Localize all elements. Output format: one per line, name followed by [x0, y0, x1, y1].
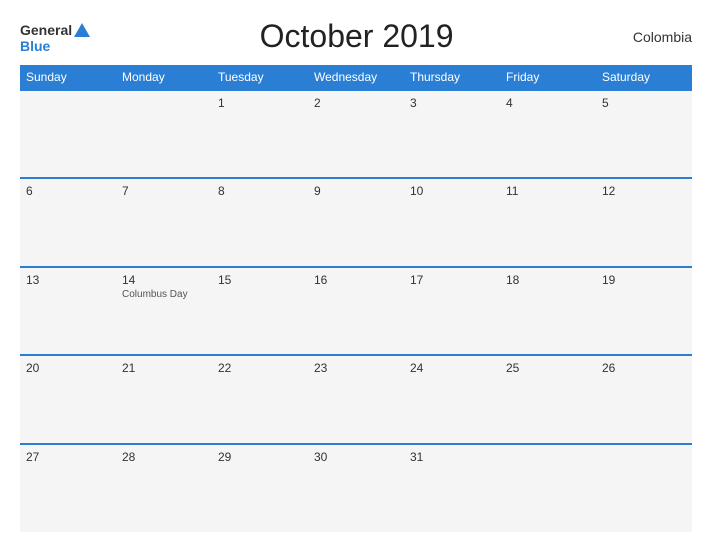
logo: General Blue — [20, 21, 91, 53]
day-number: 20 — [26, 361, 110, 375]
calendar-cell: 12 — [596, 178, 692, 266]
header-sunday: Sunday — [20, 65, 116, 90]
calendar-cell: 22 — [212, 355, 308, 443]
calendar-cell: 26 — [596, 355, 692, 443]
calendar-cell: 17 — [404, 267, 500, 355]
header-thursday: Thursday — [404, 65, 500, 90]
header: General Blue October 2019 Colombia — [20, 18, 692, 55]
day-number: 22 — [218, 361, 302, 375]
day-number: 26 — [602, 361, 686, 375]
logo-general-text: General — [20, 23, 72, 37]
calendar-week-row: 13 14 Columbus Day 15 16 17 18 19 — [20, 267, 692, 355]
day-number: 11 — [506, 184, 590, 198]
day-number: 28 — [122, 450, 206, 464]
day-number: 29 — [218, 450, 302, 464]
day-number: 21 — [122, 361, 206, 375]
day-number: 27 — [26, 450, 110, 464]
day-number: 1 — [218, 96, 302, 110]
day-number: 13 — [26, 273, 110, 287]
calendar-week-row: 27 28 29 30 31 — [20, 444, 692, 532]
logo-icon — [73, 21, 91, 39]
day-number: 30 — [314, 450, 398, 464]
day-number: 18 — [506, 273, 590, 287]
header-wednesday: Wednesday — [308, 65, 404, 90]
day-number: 14 — [122, 273, 206, 287]
calendar-cell: 8 — [212, 178, 308, 266]
calendar-week-row: 6789 10 11 12 — [20, 178, 692, 266]
calendar-cell: 13 — [20, 267, 116, 355]
calendar-cell: 5 — [596, 90, 692, 178]
calendar-cell — [596, 444, 692, 532]
calendar-cell: 29 — [212, 444, 308, 532]
day-number: 16 — [314, 273, 398, 287]
day-number: 10 — [410, 184, 494, 198]
calendar-cell: 15 — [212, 267, 308, 355]
calendar-cell: 20 — [20, 355, 116, 443]
calendar-cell: 1 — [212, 90, 308, 178]
calendar-cell: 31 — [404, 444, 500, 532]
day-number: 5 — [602, 96, 686, 110]
day-number: 23 — [314, 361, 398, 375]
weekday-header-row: Sunday Monday Tuesday Wednesday Thursday… — [20, 65, 692, 90]
calendar-cell: 14 Columbus Day — [116, 267, 212, 355]
calendar-week-row: 12345 — [20, 90, 692, 178]
logo-blue-text: Blue — [20, 39, 50, 53]
calendar-cell: 4 — [500, 90, 596, 178]
calendar-cell: 2 — [308, 90, 404, 178]
day-number: 4 — [506, 96, 590, 110]
calendar-cell: 24 — [404, 355, 500, 443]
header-saturday: Saturday — [596, 65, 692, 90]
calendar-cell: 23 — [308, 355, 404, 443]
day-number: 24 — [410, 361, 494, 375]
header-friday: Friday — [500, 65, 596, 90]
day-number: 9 — [314, 184, 398, 198]
day-number: 8 — [218, 184, 302, 198]
calendar-title: October 2019 — [91, 18, 622, 55]
calendar-cell: 27 — [20, 444, 116, 532]
calendar-cell: 21 — [116, 355, 212, 443]
calendar-cell: 28 — [116, 444, 212, 532]
calendar-cell: 10 — [404, 178, 500, 266]
day-number: 15 — [218, 273, 302, 287]
day-number: 25 — [506, 361, 590, 375]
day-number: 12 — [602, 184, 686, 198]
event-label: Columbus Day — [122, 289, 206, 300]
calendar-cell: 11 — [500, 178, 596, 266]
calendar-cell: 18 — [500, 267, 596, 355]
calendar-cell: 3 — [404, 90, 500, 178]
calendar-cell: 7 — [116, 178, 212, 266]
day-number: 31 — [410, 450, 494, 464]
day-number: 17 — [410, 273, 494, 287]
calendar-page: General Blue October 2019 Colombia Sunda… — [0, 0, 712, 550]
calendar-cell: 19 — [596, 267, 692, 355]
calendar-cell: 30 — [308, 444, 404, 532]
day-number: 3 — [410, 96, 494, 110]
day-number: 6 — [26, 184, 110, 198]
calendar-cell — [116, 90, 212, 178]
calendar-cell — [500, 444, 596, 532]
day-number: 7 — [122, 184, 206, 198]
calendar-cell: 6 — [20, 178, 116, 266]
calendar-cell: 25 — [500, 355, 596, 443]
header-monday: Monday — [116, 65, 212, 90]
day-number: 19 — [602, 273, 686, 287]
country-label: Colombia — [622, 29, 692, 45]
calendar-cell — [20, 90, 116, 178]
calendar-cell: 9 — [308, 178, 404, 266]
calendar-table: Sunday Monday Tuesday Wednesday Thursday… — [20, 65, 692, 532]
day-number: 2 — [314, 96, 398, 110]
calendar-cell: 16 — [308, 267, 404, 355]
header-tuesday: Tuesday — [212, 65, 308, 90]
calendar-week-row: 20 21 22 23 24 25 26 — [20, 355, 692, 443]
